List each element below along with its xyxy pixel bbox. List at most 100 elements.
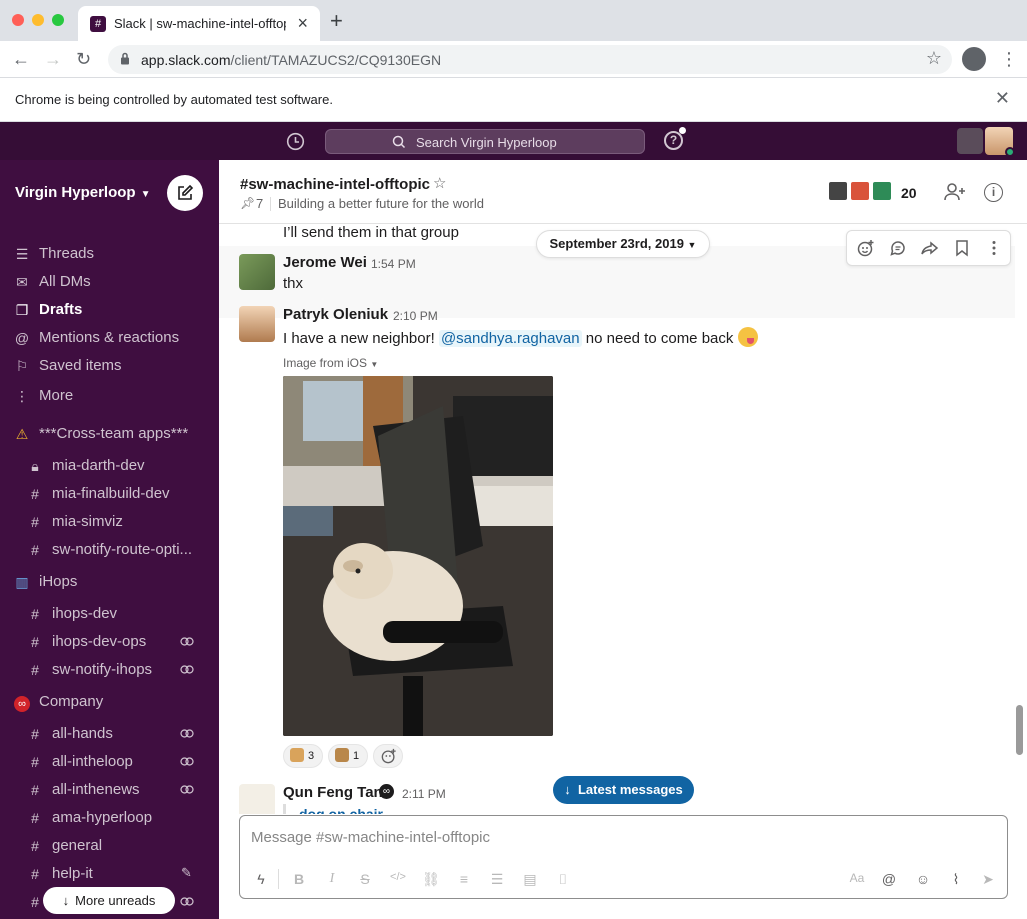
- attachment-link[interactable]: dog on chair: [299, 806, 383, 814]
- chrome-menu-icon[interactable]: ⋮: [1000, 47, 1018, 71]
- pin-count[interactable]: 7: [256, 196, 263, 211]
- section-company[interactable]: ∞ Company: [0, 688, 219, 716]
- section-ihops[interactable]: ▥ iHops: [0, 568, 219, 596]
- channel-help-it[interactable]: # help-it ✎: [0, 860, 219, 888]
- divider: [270, 197, 271, 211]
- star-channel-icon[interactable]: ☆: [433, 174, 446, 192]
- search-bar[interactable]: Search Virgin Hyperloop: [325, 129, 645, 154]
- date-divider-button[interactable]: September 23rd, 2019 ▼: [536, 230, 710, 258]
- sidebar-item-saved[interactable]: ⚐ Saved items: [0, 352, 219, 380]
- channel-mia-finalbuild-dev[interactable]: # mia-finalbuild-dev: [0, 480, 219, 508]
- code-block-icon[interactable]: ⌷: [554, 871, 572, 888]
- reload-icon[interactable]: ↻: [76, 47, 91, 71]
- sidebar-item-more[interactable]: ⋮ More: [0, 382, 219, 410]
- close-window-icon[interactable]: [12, 14, 24, 26]
- emoji-icon[interactable]: ☺: [914, 871, 932, 887]
- channel-all-intheloop[interactable]: # all-intheloop: [0, 748, 219, 776]
- compose-button[interactable]: [167, 175, 203, 211]
- save-bookmark-icon[interactable]: [953, 239, 971, 257]
- channel-title[interactable]: #sw-machine-intel-offtopic: [240, 176, 430, 193]
- shared-channel-icon: [180, 729, 194, 738]
- sidebar-item-mentions[interactable]: @ Mentions & reactions: [0, 324, 219, 352]
- message-text: I’ll send them in that group: [283, 224, 459, 241]
- history-icon[interactable]: [286, 132, 305, 151]
- bulleted-list-icon[interactable]: ☰: [488, 871, 506, 888]
- profile-icon[interactable]: [962, 47, 986, 71]
- sidebar-item-label: Threads: [39, 245, 95, 262]
- code-icon[interactable]: </>: [389, 871, 407, 883]
- add-reaction-icon[interactable]: [857, 239, 875, 257]
- channel-topic[interactable]: Building a better future for the world: [278, 196, 484, 211]
- reaction-chip[interactable]: 3: [283, 744, 323, 768]
- back-icon[interactable]: ←: [12, 47, 30, 71]
- more-actions-icon[interactable]: [985, 239, 1003, 257]
- message-time[interactable]: 2:10 PM: [393, 309, 438, 323]
- channel-info-icon[interactable]: i: [984, 183, 1003, 202]
- workspace-name[interactable]: Virgin Hyperloop ▼: [15, 184, 150, 201]
- forward-icon[interactable]: →: [44, 47, 62, 71]
- attach-paperclip-icon[interactable]: ⌇: [947, 871, 965, 888]
- member-avatar[interactable]: [849, 180, 871, 202]
- add-member-icon[interactable]: [944, 182, 966, 202]
- channel-general[interactable]: # general: [0, 832, 219, 860]
- channel-sw-notify-ihops[interactable]: # sw-notify-ihops: [0, 656, 219, 684]
- channel-ama-hyperloop[interactable]: # ama-hyperloop: [0, 804, 219, 832]
- user-mention-link[interactable]: @sandhya.raghavan: [438, 330, 582, 347]
- member-count[interactable]: 20: [901, 185, 917, 201]
- message-author[interactable]: Jerome Wei: [283, 254, 367, 271]
- shortcuts-lightning-icon[interactable]: ϟ: [252, 871, 270, 887]
- pin-icon[interactable]: 📌︎: [240, 196, 255, 210]
- new-tab-icon[interactable]: +: [330, 10, 343, 32]
- channel-sw-notify-route[interactable]: # sw-notify-route-opti...: [0, 536, 219, 564]
- close-infobar-icon[interactable]: ✕: [995, 88, 1010, 109]
- channel-all-inthenews[interactable]: # all-inthenews: [0, 776, 219, 804]
- avatar-qun[interactable]: [239, 784, 275, 814]
- shared-channel-icon: [180, 757, 194, 766]
- message-author[interactable]: Qun Feng Tan: [283, 784, 383, 801]
- section-cross-team-apps[interactable]: ⚠ ***Cross-team apps***: [0, 420, 219, 448]
- sidebar-item-drafts[interactable]: ❐ Drafts: [0, 296, 219, 324]
- close-tab-icon[interactable]: ×: [297, 13, 308, 33]
- message-time[interactable]: 2:11 PM: [402, 787, 446, 801]
- bold-icon[interactable]: B: [290, 871, 308, 887]
- channel-ihops-dev-ops[interactable]: # ihops-dev-ops: [0, 628, 219, 656]
- quote-icon[interactable]: ▤: [521, 871, 539, 888]
- link-icon[interactable]: ⛓: [422, 871, 440, 888]
- channel-all-hands[interactable]: # all-hands: [0, 720, 219, 748]
- more-unreads-button[interactable]: ↓ More unreads: [43, 887, 175, 914]
- member-avatar[interactable]: [871, 180, 893, 202]
- threads-icon: ☰: [15, 246, 29, 262]
- sidebar-item-all-dms[interactable]: ✉ All DMs: [0, 268, 219, 296]
- browser-tab[interactable]: # Slack | sw-machine-intel-offtopic ×: [78, 6, 320, 41]
- bookmark-star-icon[interactable]: ☆: [926, 48, 942, 69]
- app-avatar[interactable]: [957, 128, 983, 154]
- latest-messages-button[interactable]: ↓ Latest messages: [553, 776, 694, 804]
- message-author[interactable]: Patryk Oleniuk: [283, 306, 388, 323]
- channel-mia-darth-dev[interactable]: 🔒︎ mia-darth-dev: [0, 452, 219, 480]
- share-icon[interactable]: [921, 239, 939, 257]
- message-composer[interactable]: Message #sw-machine-intel-offtopic ϟ B I…: [239, 815, 1008, 899]
- ordered-list-icon[interactable]: ≡: [455, 871, 473, 887]
- zoom-window-icon[interactable]: [52, 14, 64, 26]
- formatting-aa-icon[interactable]: Aa: [848, 871, 866, 885]
- reply-thread-icon[interactable]: [889, 239, 907, 257]
- reaction-chip[interactable]: 1: [328, 744, 368, 768]
- channel-mia-simviz[interactable]: # mia-simviz: [0, 508, 219, 536]
- channel-ihops-dev[interactable]: # ihops-dev: [0, 600, 219, 628]
- sidebar-item-threads[interactable]: ☰ Threads: [0, 240, 219, 268]
- member-avatar[interactable]: [827, 180, 849, 202]
- strikethrough-icon[interactable]: S: [356, 871, 374, 887]
- send-icon[interactable]: ➤: [979, 871, 997, 888]
- minimize-window-icon[interactable]: [32, 14, 44, 26]
- italic-icon[interactable]: I: [323, 871, 341, 887]
- add-reaction-button[interactable]: [373, 744, 403, 768]
- dog-on-chair-image[interactable]: [283, 376, 553, 736]
- url-field[interactable]: app.slack.com/client/TAMAZUCS2/CQ9130EGN…: [108, 45, 952, 74]
- avatar-patryk[interactable]: [239, 306, 275, 342]
- avatar-jerome[interactable]: [239, 254, 275, 290]
- scrollbar-thumb[interactable]: [1016, 705, 1023, 755]
- mention-icon[interactable]: @: [880, 871, 898, 887]
- message-time[interactable]: 1:54 PM: [371, 257, 416, 271]
- image-label[interactable]: Image from iOS ▼: [283, 356, 378, 370]
- help-icon[interactable]: ?: [664, 131, 683, 150]
